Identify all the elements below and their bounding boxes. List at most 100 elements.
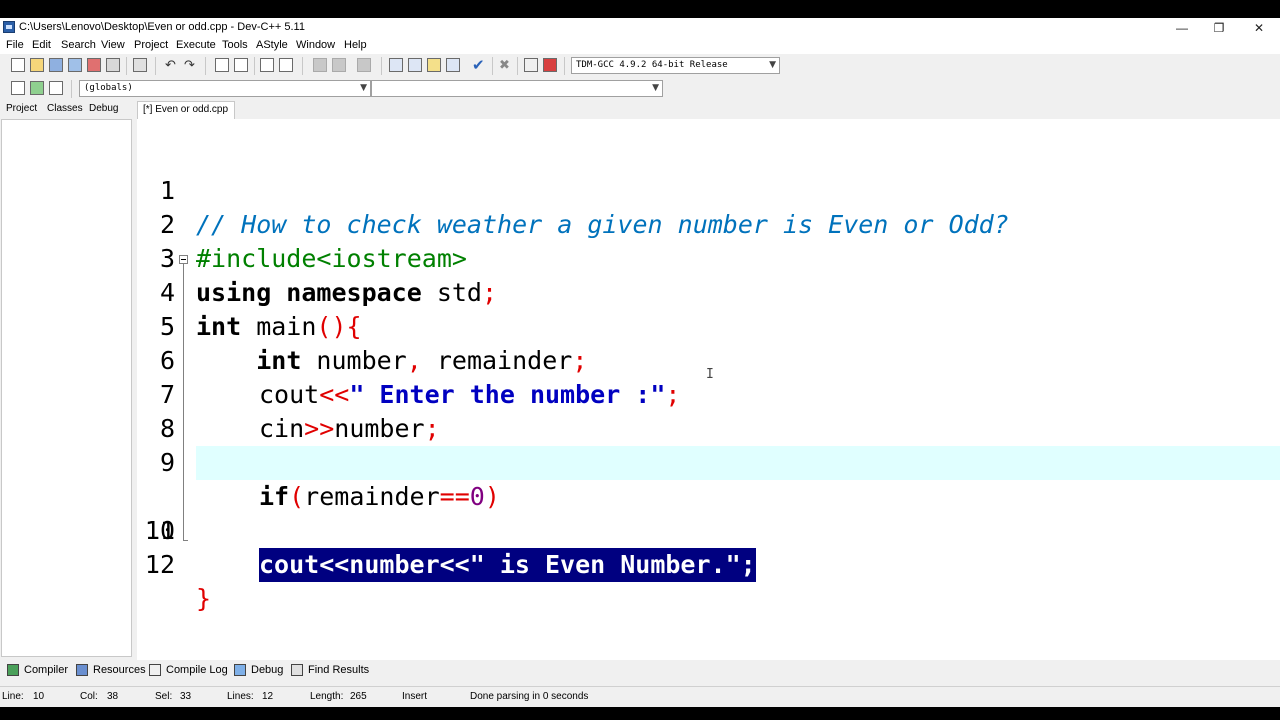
code-line: 1 // How to check weather a given number… xyxy=(137,140,1280,239)
goto-back-icon[interactable] xyxy=(313,58,327,72)
restore-button[interactable]: ❐ xyxy=(1199,18,1239,38)
print-icon[interactable] xyxy=(133,58,147,72)
title-bar: C:\Users\Lenovo\Desktop\Even or odd.cpp … xyxy=(0,18,1280,38)
menu-edit[interactable]: Edit xyxy=(32,39,51,51)
current-line: 10 cout<<number<<" is Even Number."; xyxy=(137,446,1280,582)
debug-icon[interactable] xyxy=(543,58,557,72)
compile-run-icon[interactable] xyxy=(427,58,441,72)
status-lines-label: Lines: xyxy=(227,691,254,702)
compile-icon[interactable] xyxy=(389,58,403,72)
class-toolbar: (globals) ▼ ▼ xyxy=(0,78,1280,100)
member-select[interactable]: ▼ xyxy=(371,80,663,97)
tab-find-results[interactable]: Find Results xyxy=(308,664,369,676)
tab-compiler[interactable]: Compiler xyxy=(24,664,68,676)
tab-debug-output[interactable]: Debug xyxy=(251,664,283,676)
status-message: Done parsing in 0 seconds xyxy=(470,691,589,702)
save-icon[interactable] xyxy=(49,58,63,72)
menu-project[interactable]: Project xyxy=(134,39,168,51)
code-editor[interactable]: 1 // How to check weather a given number… xyxy=(137,119,1280,660)
selected-code[interactable]: cout<<number<<" is Even Number."; xyxy=(259,548,756,582)
profile-icon[interactable] xyxy=(524,58,538,72)
goto-definition-icon[interactable] xyxy=(49,81,63,95)
menu-view[interactable]: View xyxy=(101,39,125,51)
close-button[interactable]: ✕ xyxy=(1239,18,1279,38)
open-icon[interactable] xyxy=(30,58,44,72)
replace-icon[interactable] xyxy=(234,58,248,72)
status-lines-value: 12 xyxy=(262,691,274,702)
find-results-icon xyxy=(291,664,303,676)
toolbar-separator xyxy=(492,57,493,75)
rebuild-icon[interactable] xyxy=(446,58,460,72)
undo-icon[interactable]: ↶ xyxy=(165,57,176,73)
chevron-down-icon: ▼ xyxy=(652,83,659,93)
chevron-down-icon: ▼ xyxy=(769,60,776,70)
menu-window[interactable]: Window xyxy=(296,39,335,51)
compiler-select-value: TDM-GCC 4.9.2 64-bit Release xyxy=(576,60,728,70)
menu-tools[interactable]: Tools xyxy=(222,39,248,51)
tab-project[interactable]: Project xyxy=(6,103,37,114)
tab-classes[interactable]: Classes xyxy=(47,103,83,114)
bottom-tabs: Compiler Resources Compile Log Debug Fin… xyxy=(0,660,1280,682)
window-title: C:\Users\Lenovo\Desktop\Even or odd.cpp … xyxy=(19,21,305,33)
toolbar-separator xyxy=(155,57,156,75)
menu-file[interactable]: File xyxy=(6,39,24,51)
code-line: 3 using namespace std; xyxy=(137,208,1280,307)
toolbar-separator xyxy=(254,57,255,75)
code-line: 9 if(remainder==0) xyxy=(137,412,1280,511)
redo-icon[interactable]: ↷ xyxy=(184,57,195,73)
tab-debug[interactable]: Debug xyxy=(89,103,118,114)
menu-search[interactable]: Search xyxy=(61,39,96,51)
close-file-icon[interactable] xyxy=(87,58,101,72)
new-file-icon[interactable] xyxy=(11,58,25,72)
editor-tabs: [*] Even or odd.cpp xyxy=(137,100,1280,120)
debug-tab-icon xyxy=(234,664,246,676)
code-line: 8 remainder=number%2; xyxy=(137,378,1280,477)
toolbar-separator xyxy=(126,57,127,75)
stop-execution-icon[interactable]: ✖ xyxy=(499,57,510,73)
status-line-label: Line: xyxy=(2,691,24,702)
menu-astyle[interactable]: AStyle xyxy=(256,39,288,51)
ide-window: C:\Users\Lenovo\Desktop\Even or odd.cpp … xyxy=(0,18,1280,707)
run-icon[interactable] xyxy=(408,58,422,72)
status-col-label: Col: xyxy=(80,691,98,702)
goto-forward-icon[interactable] xyxy=(332,58,346,72)
toolbar-separator xyxy=(71,80,72,98)
menu-execute[interactable]: Execute xyxy=(176,39,216,51)
toolbar-separator xyxy=(205,57,206,75)
code-line: 6 cout<<" Enter the number :"; xyxy=(137,310,1280,409)
unindent-icon[interactable] xyxy=(279,58,293,72)
check-syntax-icon[interactable]: ✔ xyxy=(472,56,485,74)
compiler-select[interactable]: TDM-GCC 4.9.2 64-bit Release ▼ xyxy=(571,57,780,74)
find-icon[interactable] xyxy=(215,58,229,72)
close-all-icon[interactable] xyxy=(106,58,120,72)
globals-select[interactable]: (globals) ▼ xyxy=(79,80,371,97)
project-tree[interactable] xyxy=(1,119,132,657)
status-col-value: 38 xyxy=(107,691,119,702)
tab-compile-log[interactable]: Compile Log xyxy=(166,664,228,676)
project-panel: Project Classes Debug xyxy=(0,100,133,660)
status-length-label: Length: xyxy=(310,691,344,702)
devcpp-app-icon xyxy=(3,21,15,33)
status-line-value: 10 xyxy=(33,691,45,702)
indent-icon[interactable] xyxy=(260,58,274,72)
code-line: 5 int number, remainder; xyxy=(137,276,1280,375)
current-line-highlight xyxy=(196,446,1280,480)
status-sel-label: Sel: xyxy=(155,691,173,702)
status-length-value: 265 xyxy=(350,691,367,702)
toolbar-separator xyxy=(302,57,303,75)
closing-brace: } xyxy=(196,584,212,613)
tab-even-or-odd[interactable]: [*] Even or odd.cpp xyxy=(137,101,235,120)
line-number: 12 xyxy=(144,550,175,579)
insert-icon[interactable] xyxy=(11,81,25,95)
tab-resources[interactable]: Resources xyxy=(93,664,146,676)
goto-declaration-icon[interactable] xyxy=(30,81,44,95)
globals-select-value: (globals) xyxy=(84,83,133,93)
menu-bar: File Edit Search View Project Execute To… xyxy=(0,38,1280,54)
code-line: 11 xyxy=(137,480,1280,545)
minimize-button[interactable]: — xyxy=(1162,18,1202,38)
menu-help[interactable]: Help xyxy=(344,39,367,51)
compile-log-icon xyxy=(149,664,161,676)
save-all-icon[interactable] xyxy=(68,58,82,72)
toolbar-separator xyxy=(517,57,518,75)
bookmark-icon[interactable] xyxy=(357,58,371,72)
